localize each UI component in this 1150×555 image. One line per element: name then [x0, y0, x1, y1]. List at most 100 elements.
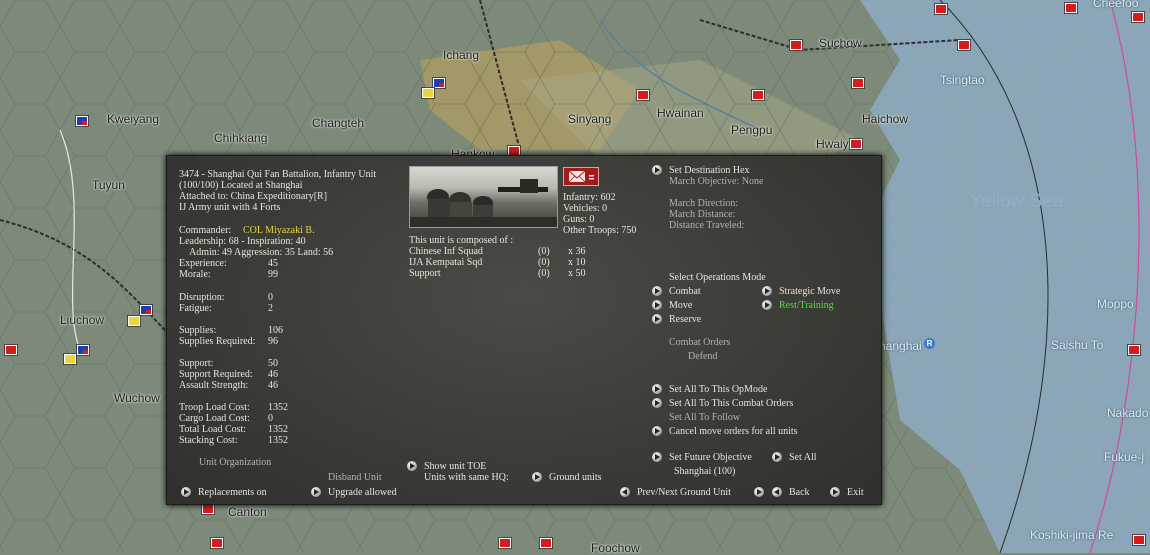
japanese-unit-flag-icon[interactable] [850, 139, 862, 149]
map-label-koshiki-jima: Koshiki-jima Re [1030, 528, 1114, 542]
mode-move-button[interactable]: Move [652, 300, 692, 311]
units-same-hq-label: Units with same HQ: [424, 472, 509, 483]
chinese-unit-flag-icon[interactable] [140, 305, 152, 315]
set-all-follow-label: Set All To Follow [669, 412, 741, 423]
soldiers-image [410, 179, 557, 227]
arrow-right-icon [757, 489, 762, 495]
leader-ratings-line: Leadership: 68 - Inspiration: 40 [179, 236, 306, 247]
combat-orders-title: Combat Orders [669, 337, 731, 348]
stat-label: Experience: [179, 258, 227, 269]
mode-combat-button[interactable]: Combat [652, 286, 701, 297]
replacements-toggle-button[interactable]: Replacements on [181, 487, 267, 498]
japanese-unit-flag-icon[interactable] [211, 538, 223, 548]
set-future-objective-button[interactable]: Set Future Objective [652, 452, 752, 463]
exit-button[interactable]: Exit [830, 487, 864, 498]
commander-name-link[interactable]: COL Miyazaki B. [243, 225, 315, 236]
composition-item-count: x 36 [568, 246, 586, 257]
map-label-moppo: Moppo [1097, 297, 1134, 311]
map-label-fukue-j: Fukue-j [1104, 450, 1145, 464]
prev-next-label: Prev/Next Ground Unit [637, 487, 731, 498]
strength-guns: Guns: 0 [563, 214, 595, 225]
base-marker-icon[interactable] [422, 88, 434, 98]
strength-vehicles: Vehicles: 0 [563, 203, 608, 214]
japanese-unit-flag-icon[interactable] [1128, 345, 1140, 355]
stat-label: Disruption: [179, 292, 225, 303]
chinese-unit-flag-icon[interactable] [76, 116, 88, 126]
arrow-left-icon [622, 489, 627, 495]
japanese-unit-flag-icon[interactable] [935, 4, 947, 14]
stat-value: 45 [268, 258, 278, 269]
mode-move-label: Move [669, 300, 693, 311]
map-label-ichang: Ichang [443, 48, 480, 62]
stat-label: Support Required: [179, 369, 253, 380]
back-button[interactable]: Back [772, 487, 810, 498]
show-toe-label: Show unit TOE [424, 461, 487, 472]
set-destination-button[interactable]: Set Destination Hex [652, 165, 750, 176]
stat-value: 0 [268, 292, 273, 303]
stat-value: 46 [268, 369, 278, 380]
unit-organization-link[interactable]: Unit Organization [199, 457, 271, 468]
arrow-right-icon [765, 302, 770, 308]
arrow-right-icon [314, 489, 319, 495]
combat-orders-value[interactable]: Defend [688, 351, 717, 362]
map-label-tuyun: Tuyun [92, 178, 125, 192]
unit-report-button[interactable] [563, 167, 599, 186]
disband-unit-link[interactable]: Disband Unit [328, 472, 382, 483]
arrow-right-icon [410, 463, 415, 469]
japanese-unit-flag-icon[interactable] [852, 78, 864, 88]
arrow-right-icon [184, 489, 189, 495]
set-all-opmode-button[interactable]: Set All To This OpMode [652, 384, 767, 395]
unit-photo[interactable] [409, 166, 558, 228]
chinese-unit-flag-icon[interactable] [77, 345, 89, 355]
port-marker-icon[interactable]: R [924, 338, 935, 349]
upgrade-toggle-button[interactable]: Upgrade allowed [311, 487, 397, 498]
ground-units-button[interactable]: Ground units [532, 472, 602, 483]
mode-reserve-button[interactable]: Reserve [652, 314, 701, 325]
march-distance: March Distance: [669, 209, 736, 220]
leader-ratings-line: Admin: 49 Aggression: 35 Land: 56 [189, 247, 334, 258]
japanese-unit-flag-icon[interactable] [1132, 12, 1144, 22]
japanese-unit-flag-icon[interactable] [958, 40, 970, 50]
show-unit-toe-button[interactable]: Show unit TOE [407, 461, 486, 472]
stat-value: 99 [268, 269, 278, 280]
japanese-unit-flag-icon[interactable] [752, 90, 764, 100]
stat-value: 1352 [268, 424, 288, 435]
set-all-button[interactable]: Set All [772, 452, 817, 463]
composition-item-name[interactable]: Chinese Inf Squad [409, 246, 483, 257]
stat-value: 106 [268, 325, 283, 336]
composition-item-name[interactable]: IJA Kempatai Sqd [409, 257, 482, 268]
mode-strategic-label: Strategic Move [779, 286, 841, 297]
mode-rest-training-button[interactable]: Rest/Training [762, 300, 834, 311]
base-marker-icon[interactable] [128, 316, 140, 326]
set-all-combat-orders-button[interactable]: Set All To This Combat Orders [652, 398, 793, 409]
japanese-unit-flag-icon[interactable] [5, 345, 17, 355]
composition-item-ready: (0) [538, 268, 550, 279]
unit-info-panel: 3474 - Shanghai Qui Fan Battalion, Infan… [166, 155, 882, 505]
stat-label: Supplies Required: [179, 336, 256, 347]
japanese-unit-flag-icon[interactable] [1133, 535, 1145, 545]
stat-value: 96 [268, 336, 278, 347]
japanese-unit-flag-icon[interactable] [202, 504, 214, 514]
set-future-label: Set Future Objective [669, 452, 752, 463]
envelope-icon [568, 170, 594, 183]
japanese-unit-flag-icon[interactable] [790, 40, 802, 50]
stat-label: Troop Load Cost: [179, 402, 250, 413]
map-label-changteh: Changteh [312, 116, 365, 130]
mode-strategic-move-button[interactable]: Strategic Move [762, 286, 840, 297]
composition-item-ready: (0) [538, 246, 550, 257]
back-label: Back [789, 487, 810, 498]
map-label-haichow: Haichow [862, 112, 909, 126]
prev-next-unit-button[interactable]: Prev/Next Ground Unit [620, 487, 731, 498]
set-all-combat-label: Set All To This Combat Orders [669, 398, 794, 409]
composition-item-name[interactable]: Support [409, 268, 441, 279]
japanese-unit-flag-icon[interactable] [1065, 3, 1077, 13]
base-marker-icon[interactable] [64, 354, 76, 364]
stat-label: Supplies: [179, 325, 217, 336]
cancel-move-label: Cancel move orders for all units [669, 426, 798, 437]
map-label-chihkiang: Chihkiang [214, 131, 268, 145]
japanese-unit-flag-icon[interactable] [540, 538, 552, 548]
cancel-move-orders-button[interactable]: Cancel move orders for all units [652, 426, 798, 437]
japanese-unit-flag-icon[interactable] [499, 538, 511, 548]
chinese-unit-flag-icon[interactable] [433, 78, 445, 88]
japanese-unit-flag-icon[interactable] [637, 90, 649, 100]
